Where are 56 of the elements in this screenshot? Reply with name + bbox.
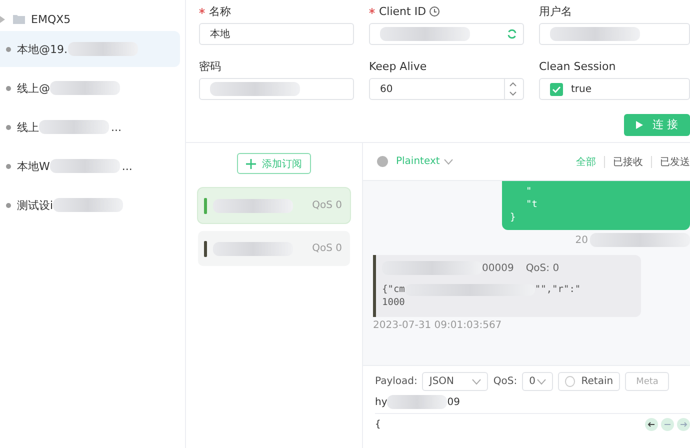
topic-text: 09 xyxy=(447,396,460,408)
payload-editor-text[interactable]: { xyxy=(375,418,381,430)
redacted-area xyxy=(39,120,109,134)
redacted-area xyxy=(50,159,120,173)
connection-item[interactable]: 本地@19. xyxy=(0,31,180,67)
redacted-area xyxy=(68,42,138,56)
redacted-area xyxy=(387,395,448,409)
refresh-icon[interactable] xyxy=(507,29,517,39)
redacted-area xyxy=(53,198,124,212)
timestamp: 2023-07-31 09:01:03:567 xyxy=(373,320,503,331)
folder-icon xyxy=(13,14,25,24)
plus-icon xyxy=(246,158,256,168)
connection-item[interactable]: 线上 ... xyxy=(0,109,180,145)
filter-tab[interactable]: 已发送 xyxy=(660,154,690,168)
help-icon[interactable] xyxy=(377,156,388,167)
chevron-down-icon xyxy=(537,378,546,384)
checkbox[interactable] xyxy=(550,82,563,96)
payload-label: Payload: xyxy=(375,376,418,387)
retain-toggle[interactable]: Retain xyxy=(558,372,620,391)
play-icon xyxy=(636,120,642,129)
status-dot-icon xyxy=(6,86,11,90)
payload-format-select[interactable]: JSON xyxy=(422,372,488,391)
topic-text: hy xyxy=(375,396,388,408)
received-message-bubble: 00009 QoS: 0 {"cm "","r":" 1000 xyxy=(373,255,641,317)
clean-session-field[interactable]: true xyxy=(539,78,690,100)
connection-item[interactable]: 线上@ xyxy=(0,70,180,106)
status-dot-icon xyxy=(6,202,11,208)
status-dot-icon xyxy=(6,46,11,52)
keep-alive-field[interactable]: 60 xyxy=(369,78,524,100)
chevron-down-icon xyxy=(472,378,482,384)
field-label: Keep Alive xyxy=(369,60,427,73)
checkbox-label: true xyxy=(571,84,593,95)
caret-icon[interactable] xyxy=(0,16,5,22)
text-field[interactable] xyxy=(369,23,524,45)
field-label: Clean Session xyxy=(539,60,616,73)
redacted-area xyxy=(50,81,120,95)
connection-item[interactable]: 测试设i xyxy=(0,187,180,223)
field-label: 名称 xyxy=(209,4,231,18)
text-field[interactable] xyxy=(199,78,354,100)
chevron-down-icon xyxy=(444,158,453,164)
field-label: 用户名 xyxy=(539,4,572,18)
connection-item[interactable]: 本地W ... xyxy=(0,148,180,184)
qos-label: QoS: xyxy=(493,376,518,387)
timestamp: 20 xyxy=(575,234,588,246)
field-label: Client ID xyxy=(379,4,426,18)
text-field[interactable]: 本地 xyxy=(199,23,354,45)
clock-icon xyxy=(429,6,440,16)
stepper-icon[interactable] xyxy=(504,79,517,100)
qos-select[interactable]: 0 xyxy=(522,372,554,391)
field-label: 密码 xyxy=(199,58,221,74)
status-dot-icon xyxy=(6,124,11,130)
text-field[interactable] xyxy=(539,23,690,45)
status-dot-icon xyxy=(6,164,11,168)
group-name[interactable]: EMQX5 xyxy=(31,12,71,26)
sent-message-bubble: " "t } xyxy=(502,181,690,230)
filter-tab[interactable]: 已接收 xyxy=(613,154,643,168)
